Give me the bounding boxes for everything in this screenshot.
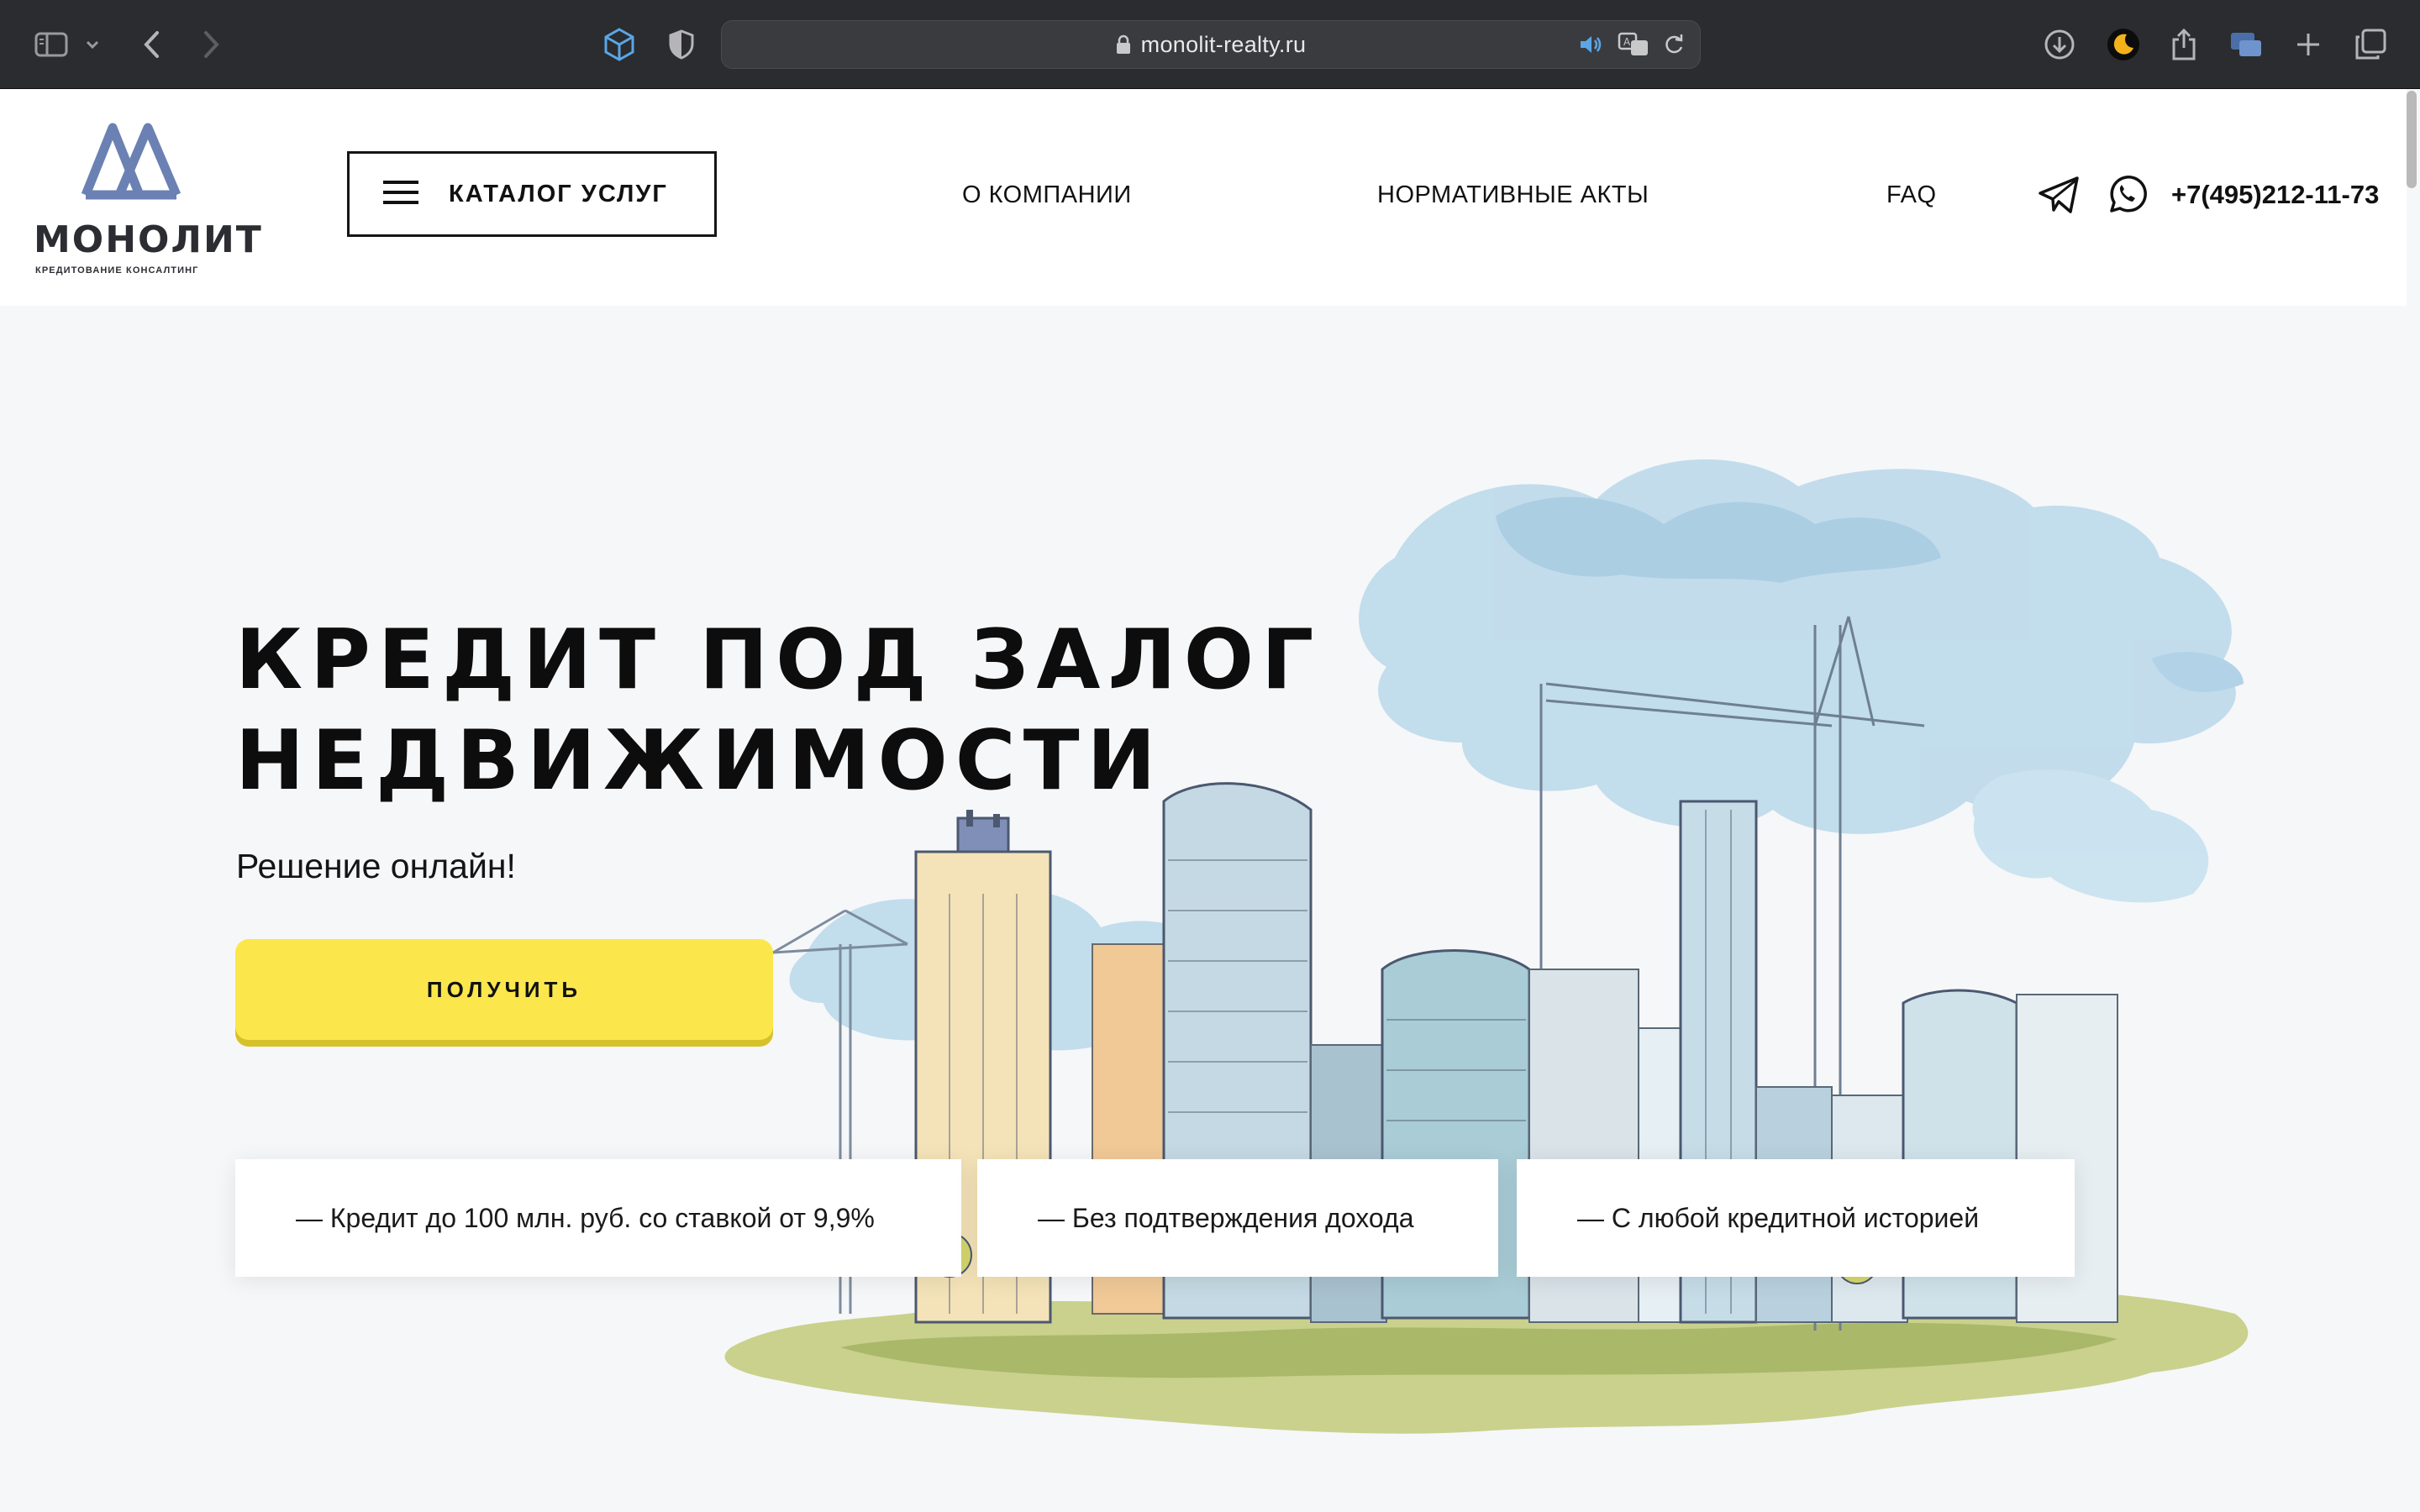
new-tab-icon[interactable] <box>2287 24 2329 66</box>
cube-icon[interactable] <box>598 24 640 66</box>
hero-section: КРЕДИТ ПОД ЗАЛОГ НЕДВИЖИМОСТИ Решение он… <box>0 306 2407 1512</box>
get-loan-button[interactable]: ПОЛУЧИТЬ <box>235 939 773 1040</box>
tabs-icon[interactable] <box>2349 24 2391 66</box>
hero-title: КРЕДИТ ПОД ЗАЛОГ НЕДВИЖИМОСТИ <box>235 610 1580 811</box>
chevron-down-icon[interactable] <box>76 24 109 66</box>
whatsapp-icon[interactable] <box>2104 173 2148 217</box>
telegram-icon[interactable] <box>2037 173 2081 217</box>
logo-mountain-icon <box>81 123 182 200</box>
speaker-icon[interactable] <box>1579 34 1604 55</box>
feature-text: — Кредит до 100 млн. руб. со ставкой от … <box>296 1202 875 1233</box>
url-text: monolit-realty.ru <box>1140 31 1307 57</box>
forward-icon[interactable] <box>190 24 232 66</box>
tab-overview-icon[interactable] <box>2225 24 2267 66</box>
hamburger-icon <box>383 180 418 209</box>
nav-faq[interactable]: FAQ <box>1886 181 1937 209</box>
feature-card-loan-amount: — Кредит до 100 млн. руб. со ставкой от … <box>235 1159 961 1277</box>
lock-icon <box>1116 34 1131 55</box>
sidebar-icon[interactable] <box>30 24 72 66</box>
logo[interactable]: МОНОЛИТ КРЕДИТОВАНИЕ КОНСАЛТИНГ <box>32 119 261 279</box>
feature-card-no-income-proof: — Без подтверждения дохода <box>977 1159 1498 1277</box>
download-icon[interactable] <box>2039 24 2081 66</box>
browser-toolbar: monolit-realty.ru A <box>0 0 2420 89</box>
translate-icon[interactable]: A <box>1618 32 1649 57</box>
page-scrollbar[interactable] <box>2407 91 2417 188</box>
logo-tagline: КРЕДИТОВАНИЕ КОНСАЛТИНГ <box>35 265 199 276</box>
city-illustration <box>724 459 2249 1434</box>
dark-mode-icon[interactable] <box>2102 24 2144 66</box>
nav-regulations[interactable]: НОРМАТИВНЫЕ АКТЫ <box>1377 181 1649 209</box>
reload-icon[interactable] <box>1663 33 1685 56</box>
share-icon[interactable] <box>2163 24 2205 66</box>
shield-icon[interactable] <box>660 24 702 66</box>
phone-link[interactable]: +7(495)212-11-73 <box>2171 180 2379 210</box>
catalog-label: КАТАЛОГ УСЛУГ <box>449 180 668 207</box>
address-bar[interactable]: monolit-realty.ru A <box>721 20 1701 69</box>
hero-title-line1: КРЕДИТ ПОД ЗАЛОГ <box>235 612 1322 708</box>
svg-text:A: A <box>1623 36 1631 48</box>
hero-subtitle: Решение онлайн! <box>236 847 516 885</box>
catalog-button[interactable]: КАТАЛОГ УСЛУГ <box>347 151 717 237</box>
feature-text: — Без подтверждения дохода <box>1038 1202 1414 1233</box>
feature-text: — С любой кредитной историей <box>1577 1202 1980 1233</box>
feature-card-any-credit-history: — С любой кредитной историей <box>1517 1159 2075 1277</box>
site-header: МОНОЛИТ КРЕДИТОВАНИЕ КОНСАЛТИНГ КАТАЛОГ … <box>0 89 2407 306</box>
logo-wordmark: МОНОЛИТ <box>34 218 263 261</box>
back-icon[interactable] <box>131 24 173 66</box>
nav-about[interactable]: О КОМПАНИИ <box>962 181 1132 209</box>
hero-title-line2: НЕДВИЖИМОСТИ <box>235 713 1164 809</box>
